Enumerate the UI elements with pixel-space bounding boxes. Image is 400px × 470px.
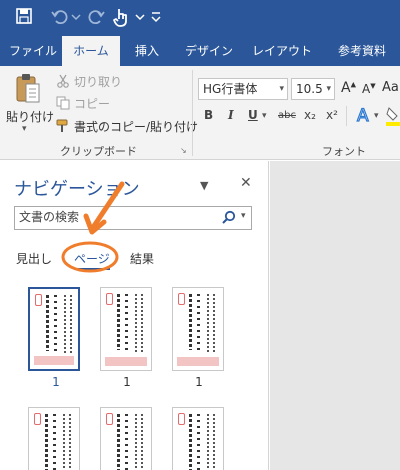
highlight-icon[interactable] <box>386 106 400 129</box>
tab-insert[interactable]: 挿入 <box>126 36 168 66</box>
stamp-mark <box>178 413 185 425</box>
ribbon-home: 貼り付け ▾ 切り取り コピー 書式のコピー/貼り付け クリップボード ↘ HG… <box>0 66 400 160</box>
page-thumbnail[interactable] <box>172 287 224 371</box>
stamp-mark <box>106 413 113 425</box>
font-divider <box>346 106 347 126</box>
stamp-mark <box>106 293 113 305</box>
tab-design[interactable]: デザイン <box>180 36 238 66</box>
undo-icon[interactable] <box>50 6 72 28</box>
paste-icon[interactable] <box>14 72 42 109</box>
superscript-button[interactable]: x² <box>326 108 338 122</box>
tab-home[interactable]: ホーム <box>62 36 120 66</box>
bold-button[interactable]: B <box>204 108 213 122</box>
cut-button[interactable]: 切り取り <box>74 73 122 90</box>
italic-button[interactable]: I <box>228 108 234 122</box>
underline-button[interactable]: U <box>248 108 258 122</box>
ribbon-tab-bar: ファイル ホーム 挿入 デザイン レイアウト 参考資料 <box>0 36 400 66</box>
paste-dropdown-icon[interactable]: ▾ <box>22 124 27 134</box>
shrink-font-button[interactable]: A▼ <box>362 82 376 96</box>
tab-references[interactable]: 参考資料 <box>326 36 398 66</box>
format-painter-button[interactable]: 書式のコピー/貼り付け <box>74 118 198 135</box>
bottom-band <box>34 356 74 365</box>
clipboard-launcher-icon[interactable]: ↘ <box>180 146 187 155</box>
format-painter-icon <box>56 119 72 136</box>
tab-results[interactable]: 結果 <box>130 250 154 267</box>
font-size-dropdown-icon[interactable]: ▾ <box>326 79 331 99</box>
stamp-mark <box>178 293 185 305</box>
tab-layout[interactable]: レイアウト <box>246 36 318 66</box>
underline-dropdown-icon[interactable]: ▾ <box>262 111 267 121</box>
tab-pages[interactable]: ページ <box>74 250 110 270</box>
font-family-dropdown-icon[interactable]: ▾ <box>279 79 284 99</box>
font-group-label: フォント <box>322 145 366 158</box>
font-size-combo[interactable]: 10.5 ▾ <box>291 78 335 100</box>
page-number: 1 <box>52 375 60 389</box>
pane-options-icon[interactable]: ▼ <box>200 179 208 192</box>
subscript-button[interactable]: x₂ <box>304 108 316 122</box>
navigation-pane: ナビゲーション ▼ ✕ ▾ 見出し ページ 結果 1 1 1 <box>0 161 269 470</box>
copy-icon <box>56 96 70 113</box>
search-input[interactable] <box>19 210 209 224</box>
copy-button[interactable]: コピー <box>74 95 110 112</box>
page-thumbnail[interactable] <box>100 287 152 371</box>
quick-access-toolbar <box>0 0 400 36</box>
scissors-icon <box>56 74 70 91</box>
grow-font-button[interactable]: A▲ <box>341 80 356 96</box>
document-area[interactable] <box>270 161 400 470</box>
font-family-combo[interactable]: HG行書体 ▾ <box>198 78 288 100</box>
page-thumbnail[interactable] <box>28 287 80 371</box>
search-box[interactable]: ▾ <box>14 206 252 230</box>
change-case-button[interactable]: Aa <box>382 80 399 95</box>
svg-text:A: A <box>357 106 369 126</box>
page-number: 1 <box>195 375 203 389</box>
tab-file[interactable]: ファイル <box>4 36 62 66</box>
font-size-value: 10.5 <box>296 82 323 96</box>
tab-headings[interactable]: 見出し <box>16 250 52 267</box>
text-effects-dropdown-icon[interactable]: ▾ <box>374 111 379 121</box>
search-icon[interactable] <box>222 210 236 227</box>
save-icon[interactable] <box>14 6 36 28</box>
page-thumbnail[interactable] <box>100 407 152 470</box>
search-dropdown-icon[interactable]: ▾ <box>241 211 246 221</box>
stamp-mark <box>34 413 41 425</box>
touch-mode-icon[interactable] <box>112 6 134 28</box>
page-number: 1 <box>123 375 131 389</box>
strikethrough-button[interactable]: abc <box>278 110 296 121</box>
navigation-title: ナビゲーション <box>14 179 140 200</box>
stamp-mark <box>35 294 42 306</box>
redo-icon[interactable] <box>86 6 108 28</box>
close-icon[interactable]: ✕ <box>240 175 252 191</box>
group-divider <box>192 70 193 156</box>
font-family-value: HG行書体 <box>203 82 258 96</box>
customize-qat-icon[interactable] <box>150 6 172 28</box>
text-effects-icon[interactable]: A <box>354 104 374 129</box>
page-thumbnail[interactable] <box>28 407 80 470</box>
page-thumbnail[interactable] <box>172 407 224 470</box>
bottom-band <box>177 357 219 366</box>
clipboard-group-label: クリップボード <box>60 145 137 158</box>
bottom-band <box>105 357 147 366</box>
paste-button[interactable]: 貼り付け <box>6 108 54 125</box>
